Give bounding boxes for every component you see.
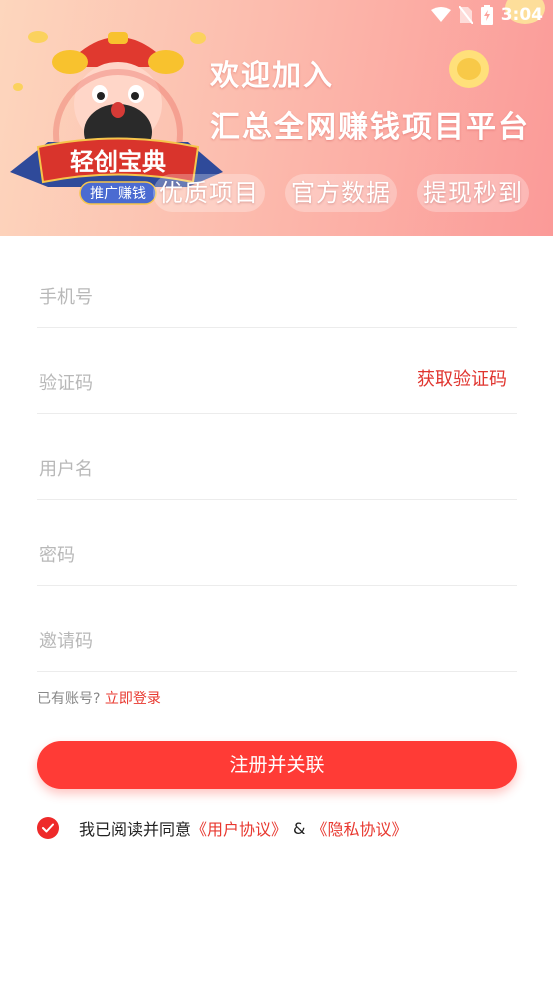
agreement-text: 我已阅读并同意: [79, 820, 192, 839]
verification-code-input[interactable]: [37, 372, 381, 395]
user-agreement-link[interactable]: 《用户协议》: [191, 816, 287, 840]
privacy-agreement-link[interactable]: 《隐私协议》: [312, 816, 408, 840]
password-input[interactable]: [37, 544, 381, 567]
password-field-row: [37, 500, 517, 586]
headline-line2: 汇总全网赚钱项目平台: [210, 110, 530, 145]
feature-tags: 优质项目 官方数据 提现秒到: [153, 174, 529, 212]
headline-line1: 欢迎加入: [210, 58, 335, 92]
tag-quality-projects: 优质项目: [153, 174, 265, 212]
username-input[interactable]: [37, 458, 381, 481]
header-banner: 3:04 轻创宝典 推广赚钱 欢迎加入 汇总全网赚钱项目平台 优质项目 官方数据…: [0, 0, 553, 236]
status-bar: 3:04: [430, 0, 553, 30]
agreement-row: 我已阅读并同意 《用户协议》 & 《隐私协议》: [37, 816, 408, 840]
register-button[interactable]: 注册并关联: [37, 741, 517, 789]
wifi-icon: [430, 7, 451, 22]
checkmark-icon: [42, 823, 54, 833]
login-link[interactable]: 立即登录: [105, 691, 161, 707]
username-field-row: [37, 414, 517, 500]
status-time: 3:04: [500, 5, 543, 25]
headline: 欢迎加入 汇总全网赚钱项目平台: [210, 52, 530, 146]
phone-input[interactable]: [37, 286, 381, 309]
agreement-checkbox[interactable]: [37, 817, 59, 839]
no-sim-icon: [458, 6, 473, 24]
login-prompt-row: 已有账号? 立即登录: [37, 688, 517, 708]
tag-official-data: 官方数据: [285, 174, 397, 212]
register-form: 获取验证码 已有账号? 立即登录: [37, 252, 517, 708]
invite-code-input[interactable]: [37, 630, 381, 653]
login-prompt: 已有账号?: [37, 691, 101, 707]
logo-subtitle: 推广赚钱: [90, 186, 146, 202]
tag-instant-withdraw: 提现秒到: [417, 174, 529, 212]
phone-field-row: [37, 252, 517, 328]
logo-title: 轻创宝典: [70, 148, 166, 176]
agreement-ampersand: &: [293, 818, 306, 838]
invite-field-row: [37, 586, 517, 672]
battery-charging-icon: [480, 5, 493, 25]
code-field-row: 获取验证码: [37, 328, 517, 414]
get-code-button[interactable]: 获取验证码: [417, 365, 507, 391]
